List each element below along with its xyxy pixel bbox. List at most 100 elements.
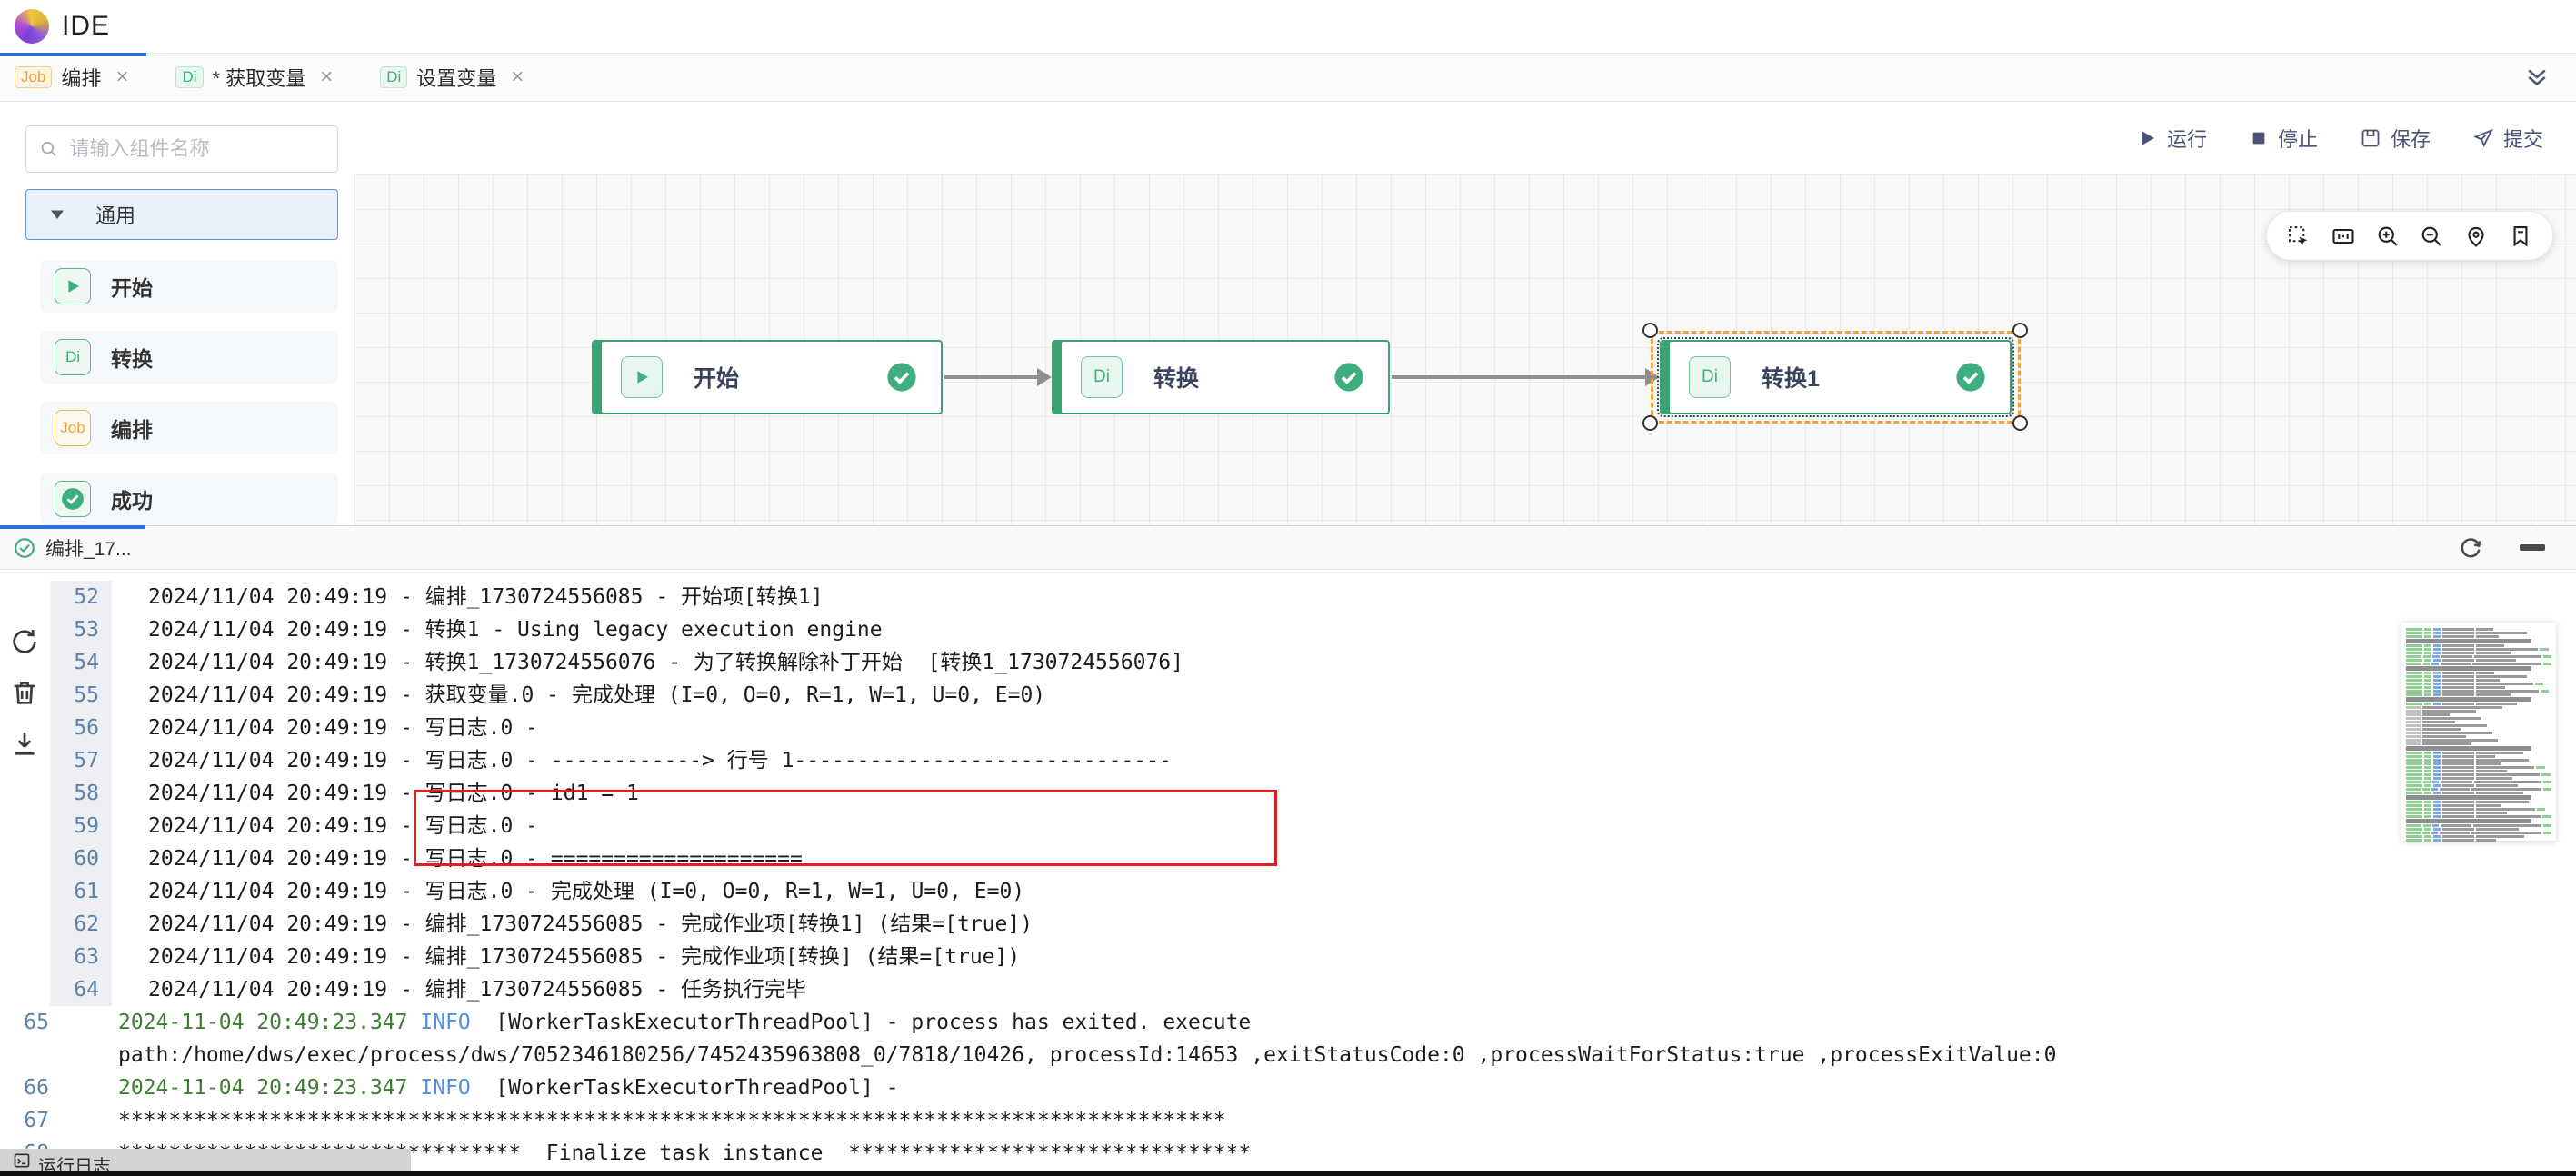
log-clear-button[interactable] — [9, 677, 40, 708]
locate-icon[interactable] — [2463, 224, 2489, 249]
log-tab[interactable]: 编排_17... — [0, 526, 145, 569]
log-panel-header: 编排_17... — [0, 526, 2576, 570]
tab-bar: Job编排× Di* 获取变量× Di设置变量× — [0, 53, 2576, 102]
stop-button[interactable]: 停止 — [2249, 124, 2318, 153]
tab-1[interactable]: Job编排× — [0, 54, 146, 101]
log-line: 522024/11/04 20:49:19 - 编排_1730724556085… — [0, 581, 2576, 613]
sidebar-item-label: 编排 — [111, 413, 153, 443]
zoom-out-icon[interactable] — [2419, 224, 2444, 249]
save-icon — [2360, 127, 2381, 149]
minimap-row — [2406, 759, 2551, 762]
minimap-row — [2406, 683, 2551, 685]
tab-close-icon[interactable]: × — [320, 65, 333, 90]
bottom-tab-runlog[interactable]: 运行日志 — [0, 1149, 411, 1171]
minimap-row — [2406, 812, 2551, 814]
minimap-row — [2406, 839, 2551, 842]
minimap-row — [2406, 739, 2551, 742]
log-line-number: 57 — [50, 744, 112, 777]
log-line-number: 61 — [50, 875, 112, 908]
log-line: 632024/11/04 20:49:19 - 编排_1730724556085… — [0, 941, 2576, 973]
log-line: 652024-11-04 20:49:23.347 INFO [WorkerTa… — [0, 1006, 2576, 1071]
save-button[interactable]: 保存 — [2360, 124, 2431, 153]
log-line: 562024/11/04 20:49:19 - 写日志.0 - — [0, 712, 2576, 744]
flow-node-transform[interactable]: Di转换 — [1052, 340, 1390, 414]
selection-handle-0[interactable] — [1642, 323, 1658, 338]
chevron-double-down-icon — [2523, 64, 2551, 91]
selection-handle-1[interactable] — [2012, 323, 2028, 338]
submit-icon — [2472, 127, 2494, 149]
sidebar-item-success[interactable]: 成功 — [40, 473, 338, 525]
minimap-row — [2406, 742, 2551, 745]
minimap-row — [2406, 717, 2551, 720]
run-button[interactable]: 运行 — [2136, 124, 2207, 153]
tab-close-icon[interactable]: × — [115, 65, 128, 90]
action-label: 保存 — [2391, 124, 2431, 153]
flow-canvas[interactable]: 运行停止保存提交 开始Di转换Di转换1 — [354, 102, 2576, 525]
sync-icon[interactable] — [2458, 535, 2483, 561]
app-header: IDE — [0, 0, 2576, 53]
log-refresh-button[interactable] — [9, 626, 40, 657]
minimap-row — [2406, 686, 2551, 689]
node-success-icon — [1333, 362, 1364, 393]
minimap-row — [2406, 635, 2551, 638]
canvas-toolbar — [2267, 212, 2552, 260]
minimap-row — [2406, 828, 2551, 831]
main-area: 通用 开始Di转换Job编排成功 运行停止保存提交 开始Di转换Di转换1 — [0, 102, 2576, 525]
minimap-row — [2406, 632, 2551, 634]
zoom-in-icon[interactable] — [2375, 224, 2401, 249]
sidebar-item-start[interactable]: 开始 — [40, 260, 338, 313]
app-logo-icon — [15, 9, 49, 44]
log-tab-title: 编排_17... — [45, 534, 132, 562]
bookmark-icon[interactable] — [2508, 224, 2533, 249]
app-title: IDE — [62, 11, 110, 42]
tab-3[interactable]: Di设置变量× — [365, 54, 542, 101]
log-line-text: ****************************************… — [62, 1104, 1226, 1137]
minimap-row — [2406, 804, 2551, 807]
minimap-row — [2406, 781, 2551, 783]
flow-node-transform1[interactable]: Di转换1 — [1660, 340, 2012, 414]
tabs-overflow-button[interactable] — [2523, 54, 2551, 101]
submit-button[interactable]: 提交 — [2472, 124, 2543, 153]
component-search-input[interactable] — [69, 137, 324, 161]
tab-2[interactable]: Di* 获取变量× — [161, 54, 351, 101]
flow-edge-1 — [944, 375, 1039, 379]
node-success-icon — [1955, 362, 1986, 393]
bottom-bar — [0, 1171, 2576, 1176]
minimap-row — [2406, 666, 2551, 671]
log-line-text: 2024/11/04 20:49:19 - 写日志.0 - — [112, 712, 538, 744]
minimap-row — [2406, 639, 2551, 643]
log-line-text: 2024/11/04 20:49:19 - 编排_1730724556085 -… — [112, 941, 1020, 973]
sidebar-item-transform[interactable]: Di转换 — [40, 331, 338, 384]
log-line-number: 53 — [50, 613, 112, 646]
selection-handle-2[interactable] — [1642, 415, 1658, 431]
component-group-general[interactable]: 通用 — [25, 189, 338, 240]
canvas-actions: 运行 停止 保存 提交 — [2136, 124, 2543, 153]
marquee-select-icon[interactable] — [2286, 224, 2311, 249]
log-line: 622024/11/04 20:49:19 - 编排_1730724556085… — [0, 908, 2576, 941]
minimize-panel-button[interactable] — [2520, 544, 2545, 551]
selection-handle-3[interactable] — [2012, 415, 2028, 431]
minimap-row — [2406, 706, 2551, 709]
log-minimap[interactable] — [2401, 623, 2556, 841]
search-icon — [39, 138, 58, 160]
node-label: 转换 — [1153, 361, 1199, 394]
bottom-tab-label: 运行日志 — [38, 1151, 111, 1171]
log-download-button[interactable] — [9, 728, 40, 759]
sidebar-item-job[interactable]: Job编排 — [40, 402, 338, 454]
minimap-row — [2406, 752, 2551, 754]
minimap-row — [2406, 697, 2551, 702]
log-line-number: 55 — [50, 679, 112, 712]
fit-view-icon[interactable] — [2331, 224, 2356, 249]
log-line: 592024/11/04 20:49:19 - 写日志.0 - — [0, 810, 2576, 842]
minimap-row — [2406, 824, 2551, 827]
minimap-row — [2406, 672, 2551, 674]
log-line-number: 59 — [50, 810, 112, 842]
log-line: 542024/11/04 20:49:19 - 转换1_173072455607… — [0, 646, 2576, 679]
log-line: 552024/11/04 20:49:19 - 获取变量.0 - 完成处理 (I… — [0, 679, 2576, 712]
minimap-row — [2406, 655, 2551, 658]
di-badge-icon: Di — [1689, 356, 1731, 398]
log-line-number: 63 — [50, 941, 112, 973]
tab-close-icon[interactable]: × — [511, 65, 524, 90]
sidebar-item-label: 开始 — [111, 271, 153, 302]
flow-node-start[interactable]: 开始 — [592, 340, 943, 414]
